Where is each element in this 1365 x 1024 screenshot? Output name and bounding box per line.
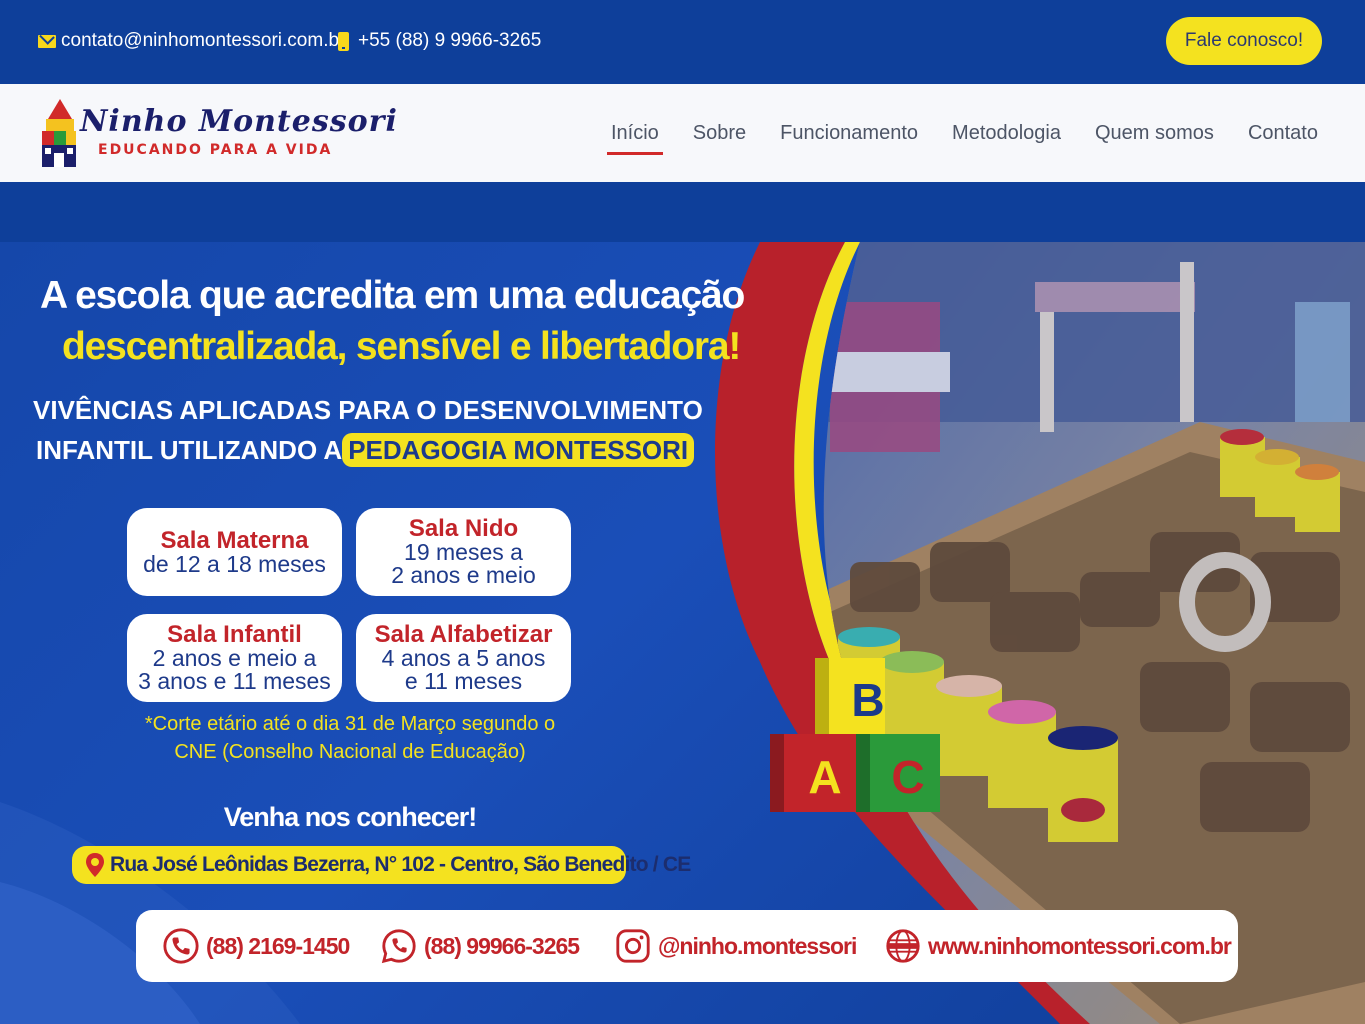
nav-item-inicio[interactable]: Início [606, 122, 663, 155]
email-text[interactable]: contato@ninhomontessori.com.br [61, 30, 345, 52]
hero-subtitle-highlight: PEDAGOGIA MONTESSORI [342, 433, 695, 467]
contact-website-text[interactable]: www.ninhomontessori.com.br [928, 933, 1232, 960]
class-card-infantil: Sala Infantil 2 anos e meio a 3 anos e 1… [127, 614, 342, 702]
hero-headline-2: descentralizada, sensível e libertadora! [62, 325, 741, 368]
hero-section: B A C A escola que acredita em uma educa… [0, 182, 1365, 1024]
hero-subtitle-prefix: INFANTIL UTILIZANDO A [36, 435, 343, 465]
note-line-1: *Corte etário até o dia 31 de Março segu… [144, 713, 556, 735]
globe-icon [886, 929, 920, 963]
block-letter-c: C [891, 751, 924, 803]
nav-item-metodologia[interactable]: Metodologia [952, 122, 1061, 145]
class-age: 2 anos e meio [391, 562, 536, 588]
class-age: 4 anos a 5 anos [381, 645, 546, 671]
class-title: Sala Infantil [167, 621, 302, 648]
nav-item-quem-somos[interactable]: Quem somos [1095, 122, 1214, 145]
class-age: 2 anos e meio a [152, 645, 317, 671]
top-bar: contato@ninhomontessori.com.br +55 (88) … [0, 0, 1365, 84]
visit-heading: Venha nos conhecer! [223, 802, 478, 832]
class-card-materna: Sala Materna de 12 a 18 meses [127, 508, 342, 596]
note-line-2: CNE (Conselho Nacional de Educação) [174, 741, 526, 763]
top-email[interactable]: contato@ninhomontessori.com.br [38, 30, 345, 52]
logo-tagline: EDUCANDO PARA A VIDA [98, 142, 333, 158]
phone-handset-icon [163, 928, 199, 964]
contact-us-button[interactable]: Fale conosco! [1166, 17, 1322, 65]
contact-phone-text[interactable]: (88) 2169-1450 [206, 933, 350, 960]
contact-bar: (88) 2169-1450 (88) 99966-3265 @ninho.mo… [136, 910, 1238, 982]
contact-instagram[interactable]: @ninho.montessori [614, 926, 857, 966]
main-nav: Início Sobre Funcionamento Metodologia Q… [606, 122, 1318, 155]
top-phone[interactable]: +55 (88) 9 9966-3265 [338, 30, 541, 52]
abc-blocks: B A C [770, 658, 940, 812]
nav-item-sobre[interactable]: Sobre [693, 122, 746, 145]
block-letter-b: B [851, 674, 884, 726]
class-age: e 11 meses [404, 668, 523, 694]
phone-text[interactable]: +55 (88) 9 9966-3265 [358, 30, 541, 52]
phone-icon [338, 31, 349, 51]
contact-instagram-text[interactable]: @ninho.montessori [658, 933, 857, 960]
class-title: Sala Alfabetizar [374, 621, 553, 648]
address-badge[interactable]: Rua José Leônidas Bezerra, N° 102 - Cent… [72, 846, 691, 884]
class-card-nido: Sala Nido 19 meses a 2 anos e meio [356, 508, 571, 596]
hero-banner: B A C A escola que acredita em uma educa… [0, 242, 1365, 1024]
class-title: Sala Materna [160, 526, 309, 554]
mail-icon [38, 34, 56, 48]
age-cutoff-note: *Corte etário até o dia 31 de Março segu… [110, 710, 590, 766]
hero-subtitle-1: VIVÊNCIAS APLICADAS PARA O DESENVOLVIMEN… [33, 395, 703, 425]
location-pin-icon [86, 853, 104, 877]
hero-headline-1: A escola que acredita em uma educação [40, 274, 745, 317]
address-text: Rua José Leônidas Bezerra, N° 102 - Cent… [110, 853, 691, 876]
class-age: 19 meses a [404, 539, 523, 565]
whatsapp-icon [381, 929, 416, 964]
nav-item-funcionamento[interactable]: Funcionamento [780, 122, 918, 145]
contact-website[interactable]: www.ninhomontessori.com.br [884, 926, 1232, 966]
nav-item-contato[interactable]: Contato [1248, 122, 1318, 145]
contact-phone[interactable]: (88) 2169-1450 [162, 926, 350, 966]
hero-subtitle-2: INFANTIL UTILIZANDO A PEDAGOGIA MONTESSOR… [36, 433, 695, 467]
class-card-alfabetizar: Sala Alfabetizar 4 anos a 5 anos e 11 me… [356, 614, 571, 702]
contact-whatsapp[interactable]: (88) 99966-3265 [380, 926, 580, 966]
class-age: de 12 a 18 meses [143, 550, 326, 577]
instagram-icon [616, 929, 650, 963]
block-letter-a: A [808, 751, 841, 803]
logo-name[interactable]: Ninho Montessori [80, 104, 398, 139]
class-age: 3 anos e 11 meses [138, 668, 331, 694]
contact-whatsapp-text[interactable]: (88) 99966-3265 [424, 933, 580, 960]
class-title: Sala Nido [408, 515, 519, 542]
